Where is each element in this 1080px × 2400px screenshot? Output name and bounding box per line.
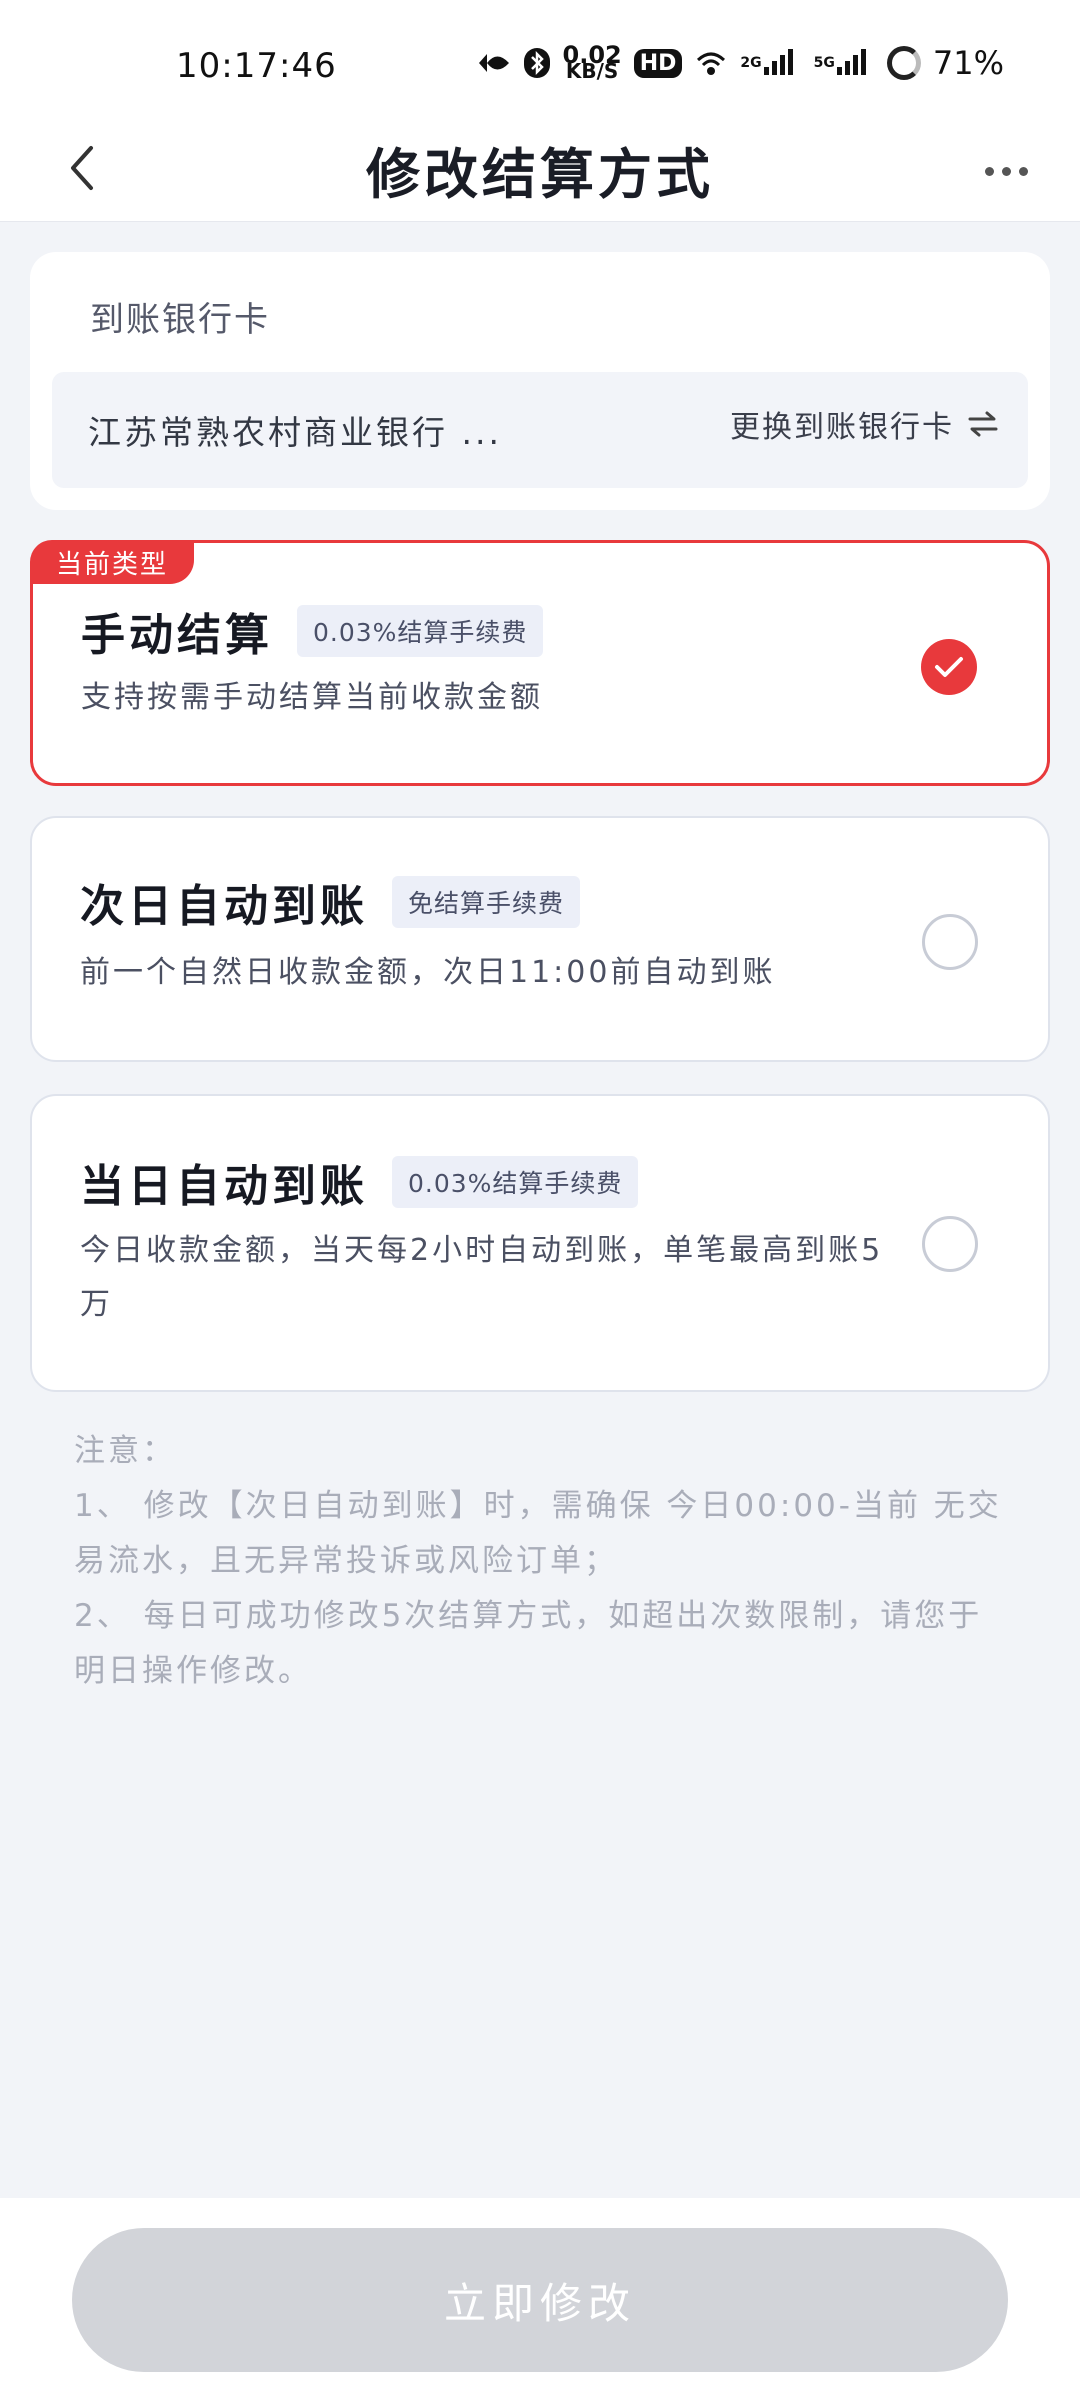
more-dot bbox=[984, 166, 994, 176]
signal-2g: 2G bbox=[740, 49, 801, 77]
fee-tag: 免结算手续费 bbox=[392, 876, 581, 928]
battery-ring-icon bbox=[886, 46, 921, 80]
notes-section: 注意： 1、 修改【次日自动到账】时，需确保 今日00:00-当前 无交易流水，… bbox=[74, 1424, 1004, 1699]
net1-label: 2G bbox=[740, 55, 762, 71]
option-manual-settlement[interactable]: 当前类型 手动结算 0.03%结算手续费 支持按需手动结算当前收款金额 bbox=[30, 540, 1050, 786]
option-description: 今日收款金额，当天每2小时自动到账，单笔最高到账5万 bbox=[80, 1233, 884, 1322]
signal-bars-icon bbox=[763, 49, 793, 75]
fee-tag: 0.03%结算手续费 bbox=[392, 1156, 639, 1208]
option-same-day-auto[interactable]: 当日自动到账 0.03%结算手续费 今日收款金额，当天每2小时自动到账，单笔最高… bbox=[30, 1094, 1050, 1392]
bank-card-section: 到账银行卡 江苏常熟农村商业银行 ... 更换到账银行卡 bbox=[30, 252, 1050, 510]
bank-name: 江苏常熟农村商业银行 ... bbox=[88, 413, 502, 452]
swap-icon bbox=[968, 411, 998, 437]
radio-unchecked[interactable] bbox=[922, 914, 978, 970]
status-time: 10:17:46 bbox=[176, 46, 337, 86]
more-button[interactable] bbox=[976, 146, 1036, 196]
page-title: 修改结算方式 bbox=[366, 143, 714, 206]
note-item: 1、 修改【次日自动到账】时，需确保 今日00:00-当前 无交易流水，且无异常… bbox=[74, 1488, 1002, 1579]
speed-unit: KB/S bbox=[565, 59, 619, 83]
radio-unchecked[interactable] bbox=[922, 1216, 978, 1272]
note-item: 2、 每日可成功修改5次结算方式，如超出次数限制，请您于明日操作修改。 bbox=[74, 1598, 983, 1689]
option-header: 当日自动到账 0.03%结算手续费 bbox=[80, 1150, 639, 1214]
change-bank-button[interactable]: 更换到账银行卡 bbox=[730, 402, 998, 446]
signal-5g: 5G bbox=[814, 49, 875, 77]
network-speed: 0.02 KB/S bbox=[563, 43, 622, 83]
battery-level: 71% bbox=[932, 44, 1004, 82]
more-dot bbox=[1018, 166, 1028, 176]
option-header: 次日自动到账 免结算手续费 bbox=[80, 870, 581, 934]
notes-title: 注意： bbox=[74, 1433, 176, 1469]
nav-bar: 修改结算方式 bbox=[0, 120, 1080, 222]
bank-row[interactable]: 江苏常熟农村商业银行 ... 更换到账银行卡 bbox=[52, 372, 1028, 488]
option-header: 手动结算 0.03%结算手续费 bbox=[81, 599, 544, 663]
status-bar: 10:17:46 0.02 KB/S HD 2G 5G 71% bbox=[0, 0, 1080, 120]
signal-bars-icon bbox=[836, 49, 866, 75]
status-icons: 0.02 KB/S HD 2G 5G 71% bbox=[477, 43, 1004, 83]
option-title: 当日自动到账 bbox=[80, 1161, 368, 1212]
option-title: 次日自动到账 bbox=[80, 881, 368, 932]
bluetooth-icon bbox=[523, 47, 551, 79]
fee-tag: 0.03%结算手续费 bbox=[297, 605, 544, 657]
current-type-badge: 当前类型 bbox=[30, 540, 195, 584]
option-title: 手动结算 bbox=[81, 610, 273, 661]
radio-checked[interactable] bbox=[921, 639, 977, 695]
option-next-day-auto[interactable]: 次日自动到账 免结算手续费 前一个自然日收款金额，次日11:00前自动到账 bbox=[30, 816, 1050, 1062]
option-description: 前一个自然日收款金额，次日11:00前自动到账 bbox=[80, 955, 776, 990]
hd-badge: HD bbox=[633, 48, 683, 78]
submit-button[interactable]: 立即修改 bbox=[72, 2228, 1008, 2372]
more-dot bbox=[1001, 166, 1011, 176]
wifi-icon bbox=[694, 48, 728, 78]
check-icon bbox=[935, 657, 963, 677]
fish-icon bbox=[477, 50, 511, 76]
bottom-bar: 立即修改 bbox=[0, 2198, 1080, 2400]
bank-section-title: 到账银行卡 bbox=[90, 300, 270, 340]
option-description: 支持按需手动结算当前收款金额 bbox=[81, 680, 543, 715]
net2-label: 5G bbox=[813, 55, 835, 71]
change-bank-label: 更换到账银行卡 bbox=[730, 410, 954, 445]
